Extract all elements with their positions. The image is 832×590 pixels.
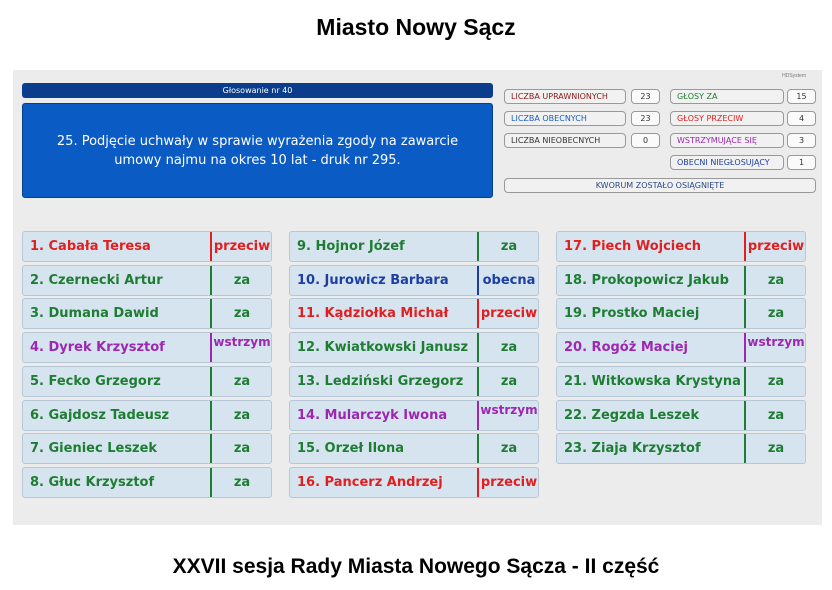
stat-uprawnionych-value: 23 — [631, 89, 660, 104]
vote-status: przeciw — [480, 474, 538, 490]
councillor-card: 20. Rogóż Maciej wstrzym — [556, 332, 806, 364]
councillor-name: 21. Witkowska Krystyna — [564, 373, 741, 389]
councillor-name: 10. Jurowicz Barbara — [297, 272, 449, 288]
vote-status: za — [233, 272, 251, 288]
vote-status: wstrzym — [747, 335, 805, 350]
vote-status: wstrzym — [213, 335, 271, 350]
councillor-name: 5. Fecko Grzegorz — [30, 373, 161, 389]
councillor-name: 17. Piech Wojciech — [564, 239, 702, 254]
councillor-name: 1. Cabała Teresa — [30, 239, 151, 254]
councillor-name: 19. Prostko Maciej — [564, 306, 700, 322]
councillor-card: 15. Orzeł Ilona za — [289, 433, 539, 465]
councillor-card: 22. Zegzda Leszek za — [556, 399, 806, 431]
councillor-name: 4. Dyrek Krzysztof — [30, 340, 165, 356]
councillor-card: 9. Hojnor Józef za — [289, 231, 539, 262]
vote-status: za — [500, 239, 518, 254]
vote-status: za — [500, 373, 518, 389]
vote-status: za — [233, 474, 251, 490]
stat-uprawnionych-label: LICZBA UPRAWNIONYCH — [504, 89, 626, 104]
councillor-name: 12. Kwiatkowski Janusz — [297, 340, 469, 356]
system-mark: HDSystem — [782, 73, 806, 79]
councillor-card: 11. Kądziołka Michał przeciw — [289, 298, 539, 330]
stat-za-label: GŁOSY ZA — [670, 89, 784, 104]
councillor-name: 2. Czernecki Artur — [30, 272, 163, 288]
councillor-card: 14. Mularczyk Iwona wstrzym — [289, 399, 539, 431]
councillor-name: 6. Gajdosz Tadeusz — [30, 407, 170, 423]
councillor-card: 6. Gajdosz Tadeusz za — [22, 399, 272, 431]
councillor-card: 16. Pancerz Andrzej przeciw — [289, 466, 539, 498]
councillor-name: 7. Gieniec Leszek — [30, 441, 158, 457]
vote-status: za — [233, 306, 251, 322]
stat-niegłosujacy-value: 1 — [787, 155, 816, 170]
stat-przeciw-label: GŁOSY PRZECIW — [670, 111, 784, 126]
vote-number-header: Głosowanie nr 40 — [22, 83, 493, 98]
vote-status: za — [233, 373, 251, 389]
councillor-card: 17. Piech Wojciech przeciw — [556, 231, 806, 262]
vote-status: obecna — [482, 272, 536, 288]
voting-panel: HDSystem Głosowanie nr 40 25. Podjęcie u… — [13, 70, 822, 525]
councillor-card: 5. Fecko Grzegorz za — [22, 365, 272, 397]
councillor-card: 4. Dyrek Krzysztof wstrzym — [22, 332, 272, 364]
councillor-name: 18. Prokopowicz Jakub — [564, 272, 729, 288]
councillor-card: 19. Prostko Maciej za — [556, 298, 806, 330]
vote-status: przeciw — [747, 239, 805, 254]
councillor-name: 16. Pancerz Andrzej — [297, 474, 443, 490]
councillor-card: 13. Ledziński Grzegorz za — [289, 365, 539, 397]
vote-status: za — [767, 407, 785, 423]
councillor-card: 21. Witkowska Krystyna za — [556, 365, 806, 397]
vote-status: przeciw — [480, 306, 538, 322]
councillor-card: 12. Kwiatkowski Janusz za — [289, 332, 539, 364]
vote-status: za — [767, 306, 785, 322]
councillor-card: 2. Czernecki Artur za — [22, 264, 272, 296]
quorum-status: KWORUM ZOSTAŁO OSIĄGNIĘTE — [504, 178, 816, 193]
stat-za-value: 15 — [787, 89, 816, 104]
vote-status: za — [233, 441, 251, 457]
councillor-card: 10. Jurowicz Barbara obecna — [289, 264, 539, 296]
vote-status: za — [767, 373, 785, 389]
page-title: Miasto Nowy Sącz — [316, 14, 516, 40]
stat-przeciw-value: 4 — [787, 111, 816, 126]
councillor-name: 22. Zegzda Leszek — [564, 407, 700, 423]
stat-nieobecnych-value: 0 — [631, 133, 660, 148]
session-title: XXVII sesja Rady Miasta Nowego Sącza - I… — [172, 555, 660, 578]
councillor-name: 20. Rogóż Maciej — [564, 340, 688, 356]
stat-nieobecnych-label: LICZBA NIEOBECNYCH — [504, 133, 626, 148]
councillor-name: 8. Głuc Krzysztof — [30, 474, 155, 490]
councillor-card: 3. Dumana Dawid za — [22, 298, 272, 330]
councillor-card: 1. Cabała Teresa przeciw — [22, 231, 272, 262]
stat-niegłosujacy-label: OBECNI NIEGŁOSUJĄCY — [670, 155, 784, 170]
vote-status: za — [767, 441, 785, 457]
vote-status: przeciw — [213, 239, 271, 254]
vote-status: za — [233, 407, 251, 423]
stat-obecnych-value: 23 — [631, 111, 660, 126]
councillor-name: 3. Dumana Dawid — [30, 306, 159, 322]
vote-status: za — [500, 340, 518, 356]
motion-text-box: 25. Podjęcie uchwały w sprawie wyrażenia… — [22, 103, 493, 198]
vote-status: wstrzym — [480, 402, 538, 417]
stat-obecnych-label: LICZBA OBECNYCH — [504, 111, 626, 126]
councillor-name: 13. Ledziński Grzegorz — [297, 373, 464, 389]
councillor-card: 18. Prokopowicz Jakub za — [556, 264, 806, 296]
councillor-name: 14. Mularczyk Iwona — [297, 407, 448, 423]
vote-status: za — [767, 272, 785, 288]
vote-status: za — [500, 441, 518, 457]
councillor-name: 9. Hojnor Józef — [297, 239, 405, 254]
councillor-card: 23. Ziaja Krzysztof za — [556, 433, 806, 465]
stat-wstrzymujace-label: WSTRZYMUJĄCE SIĘ — [670, 133, 784, 148]
councillor-card: 8. Głuc Krzysztof za — [22, 466, 272, 498]
councillor-name: 15. Orzeł Ilona — [297, 441, 405, 457]
councillor-name: 23. Ziaja Krzysztof — [564, 441, 701, 457]
stat-wstrzymujace-value: 3 — [787, 133, 816, 148]
councillor-name: 11. Kądziołka Michał — [297, 306, 449, 322]
motion-text: 25. Podjęcie uchwały w sprawie wyrażenia… — [56, 133, 459, 168]
councillor-card: 7. Gieniec Leszek za — [22, 433, 272, 465]
